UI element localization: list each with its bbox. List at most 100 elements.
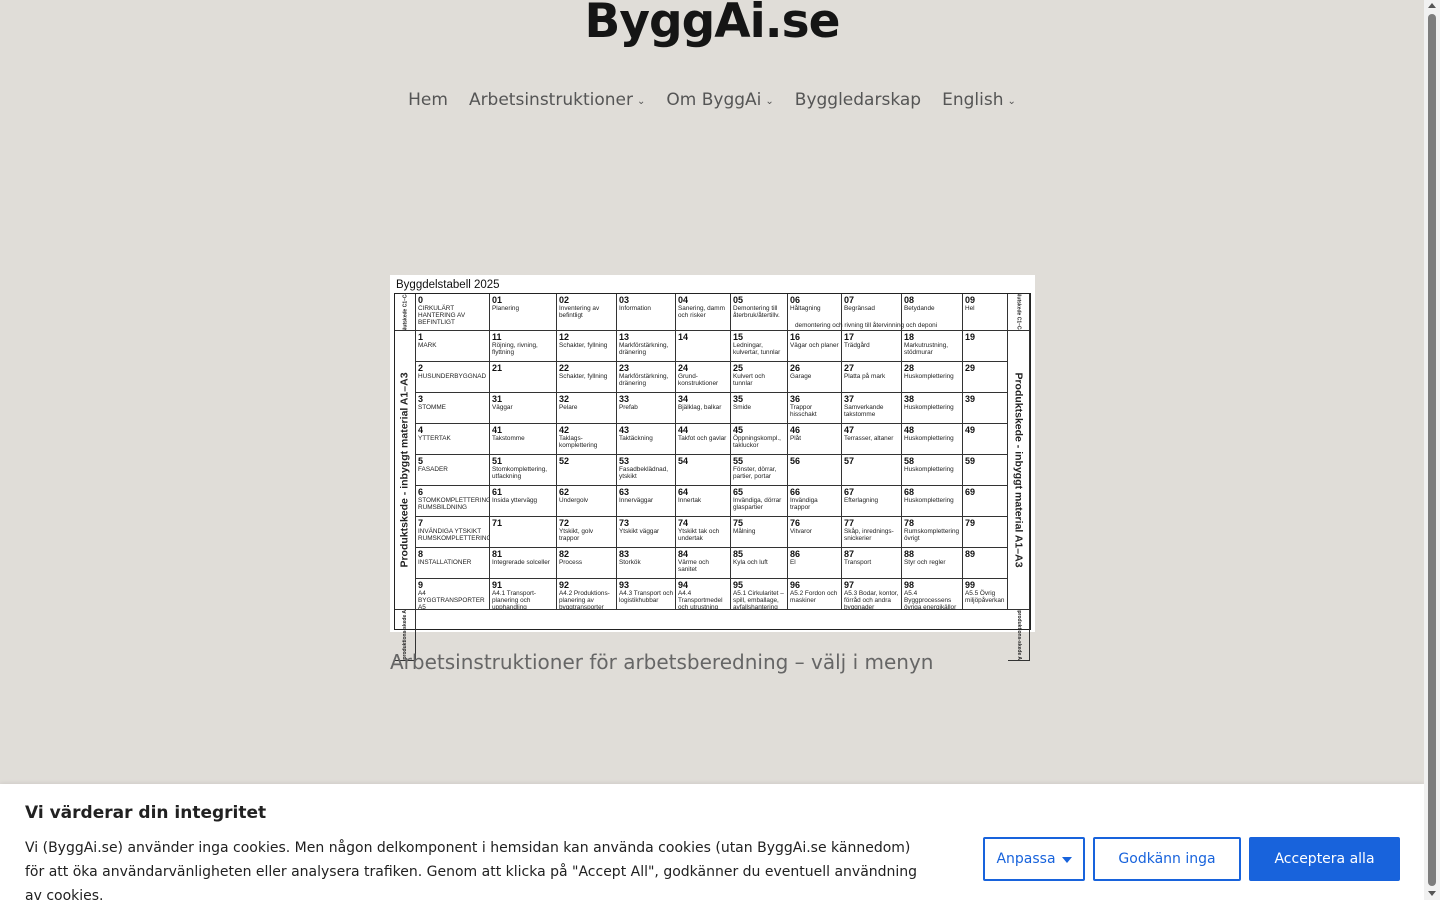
cell-label: Garage — [790, 373, 812, 380]
cell-code: 8 — [418, 549, 424, 559]
cell-code: 89 — [965, 549, 976, 559]
scrollbar-thumb[interactable] — [1428, 14, 1436, 886]
cell-label: Stomkomplettering, utfackning — [492, 466, 548, 481]
table-cell: 85 Kyla och luft — [731, 548, 788, 579]
cell-code: 0 — [418, 295, 424, 305]
table-cell: 84 Värme och sanitet — [676, 548, 731, 579]
cookie-title: Vi värderar din integritet — [25, 803, 267, 823]
cell-label: Hel — [965, 305, 975, 312]
table-cell: 91 A4.1 Transport-planering och upphandli… — [490, 579, 557, 610]
cell-code: 32 — [559, 394, 570, 404]
cell-label: Demontering till återbruk/återtillv. — [733, 305, 780, 320]
side-label-right-top: Slutskede C1–C4 — [1008, 294, 1030, 331]
cell-label: Takfot och gavlar — [678, 435, 727, 442]
cell-code: 92 — [559, 580, 570, 590]
cell-code: 63 — [619, 487, 630, 497]
cell-code: 37 — [844, 394, 855, 404]
table-cell: 23 Markförstärkning, dränering — [617, 362, 676, 393]
table-cell: 14 — [676, 331, 731, 362]
cell-code: 75 — [733, 518, 744, 528]
table-cell: 67 Efterlagning — [842, 486, 902, 517]
cell-code: 96 — [790, 580, 801, 590]
cell-code: 86 — [790, 549, 801, 559]
cell-code: 24 — [678, 363, 689, 373]
cell-label: Innerväggar — [619, 497, 654, 504]
table-cell: 55 Fönster, dörrar, partier, portar — [731, 455, 788, 486]
cell-label: Markförstärkning, dränering — [619, 342, 669, 357]
table-cell: 62 Undergolv — [557, 486, 617, 517]
cell-code: 61 — [492, 487, 503, 497]
cell-label: HUSUNDERBYGGNAD — [418, 373, 487, 380]
table-cell: 63 Innerväggar — [617, 486, 676, 517]
cell-label: A5.1 Cirkularitet – spill, emballage, av… — [733, 590, 784, 610]
table-cell: 18 Markutrustning, stödmurar — [902, 331, 963, 362]
cell-code: 15 — [733, 332, 744, 342]
table-cell: 06 Håltagning — [788, 294, 842, 331]
nav-item-byggledarskap[interactable]: Byggledarskap — [795, 90, 921, 110]
table-cell: 54 — [676, 455, 731, 486]
cell-code: 97 — [844, 580, 855, 590]
table-cell: 25 Kulvert och tunnlar — [731, 362, 788, 393]
cell-label: Vägar och planer — [790, 342, 839, 349]
table-cell: 56 — [788, 455, 842, 486]
table-cell: 21 — [490, 362, 557, 393]
page-scrollbar[interactable] — [1424, 0, 1440, 900]
reject-all-button[interactable]: Godkänn inga — [1093, 837, 1241, 881]
cell-code: 77 — [844, 518, 855, 528]
table-cell: 31 Väggar — [490, 393, 557, 424]
table-cell: 24 Grund-konstruktioner — [676, 362, 731, 393]
nav-item-arbetsinstruktioner[interactable]: Arbetsinstruktioner ⌄ — [469, 90, 645, 110]
cell-code: 99 — [965, 580, 976, 590]
nav-item-om-byggai[interactable]: Om ByggAi ⌄ — [666, 90, 773, 110]
table-cell: 48 Huskomplettering — [902, 424, 963, 455]
scroll-up-arrow-icon[interactable] — [1428, 3, 1436, 8]
cell-code: 84 — [678, 549, 689, 559]
cell-code: 43 — [619, 425, 630, 435]
cell-label: Inventering av befintligt — [559, 305, 600, 320]
cell-code: 35 — [733, 394, 744, 404]
nav-item-label: Byggledarskap — [794, 90, 922, 110]
cell-code: 6 — [418, 487, 424, 497]
table-cell: 96 A5.2 Fordon och maskiner — [788, 579, 842, 610]
table-cell: 19 — [963, 331, 1008, 362]
cell-label: Transport — [844, 559, 872, 566]
nav-item-english[interactable]: English ⌄ — [942, 90, 1016, 110]
site-title[interactable]: ByggAi.se — [0, 0, 1424, 49]
cell-code: 91 — [492, 580, 503, 590]
cell-code: 46 — [790, 425, 801, 435]
table-cell: 0 CIRKULÄRT HANTERING AV BEFINTLIGT — [416, 294, 490, 331]
table-cell: 27 Platta på mark — [842, 362, 902, 393]
cell-label: Planering — [492, 305, 520, 312]
table-grid: Slutskede C1–C4 Produktskede - inbyggt ma… — [394, 293, 1031, 661]
nav-item-label: Hem — [408, 90, 448, 110]
scroll-down-arrow-icon[interactable] — [1428, 891, 1436, 896]
customize-button[interactable]: Anpassa — [983, 837, 1085, 881]
table-cell: 32 Pelare — [557, 393, 617, 424]
cell-label: Huskomplettering — [904, 497, 954, 504]
accept-all-button[interactable]: Acceptera alla — [1249, 837, 1400, 881]
table-cell: 72 Ytskikt, golv trappor — [557, 517, 617, 548]
cell-code: 26 — [790, 363, 801, 373]
cell-label: Vitvaror — [790, 528, 812, 535]
table-cell: 81 Integrerade solceller — [490, 548, 557, 579]
cell-code: 66 — [790, 487, 801, 497]
nav-item-hem[interactable]: Hem — [408, 90, 448, 110]
table-cell: 77 Skåp, inrednings-snickerier — [842, 517, 902, 548]
table-cell: 49 — [963, 424, 1008, 455]
cell-label: A5.5 Övrig miljöpåverkan — [965, 590, 1005, 605]
cell-code: 2 — [418, 363, 424, 373]
cell-label: Fasadbeklädnad, ytskikt — [619, 466, 669, 481]
cell-label: A4 BYGGTRANSPORTER A5 BYGGARBETSPLATS — [418, 590, 485, 610]
cell-label: Schakter, fyllning — [559, 373, 608, 380]
table-cell: 88 Styr och regler — [902, 548, 963, 579]
cell-code: 29 — [965, 363, 976, 373]
table-cell: 02 Inventering av befintligt — [557, 294, 617, 331]
table-cell: 52 — [557, 455, 617, 486]
cell-label: Integrerade solceller — [492, 559, 550, 566]
side-label-right-bottom: Byggproduktions-skede A4–A5 — [1008, 610, 1030, 661]
table-cell: 29 — [963, 362, 1008, 393]
cell-code: 71 — [492, 518, 503, 528]
cell-label: A4.3 Transport och logistikhubbar — [619, 590, 673, 605]
cell-label: Taktäckning — [619, 435, 653, 442]
table-cell: 46 Plåt — [788, 424, 842, 455]
